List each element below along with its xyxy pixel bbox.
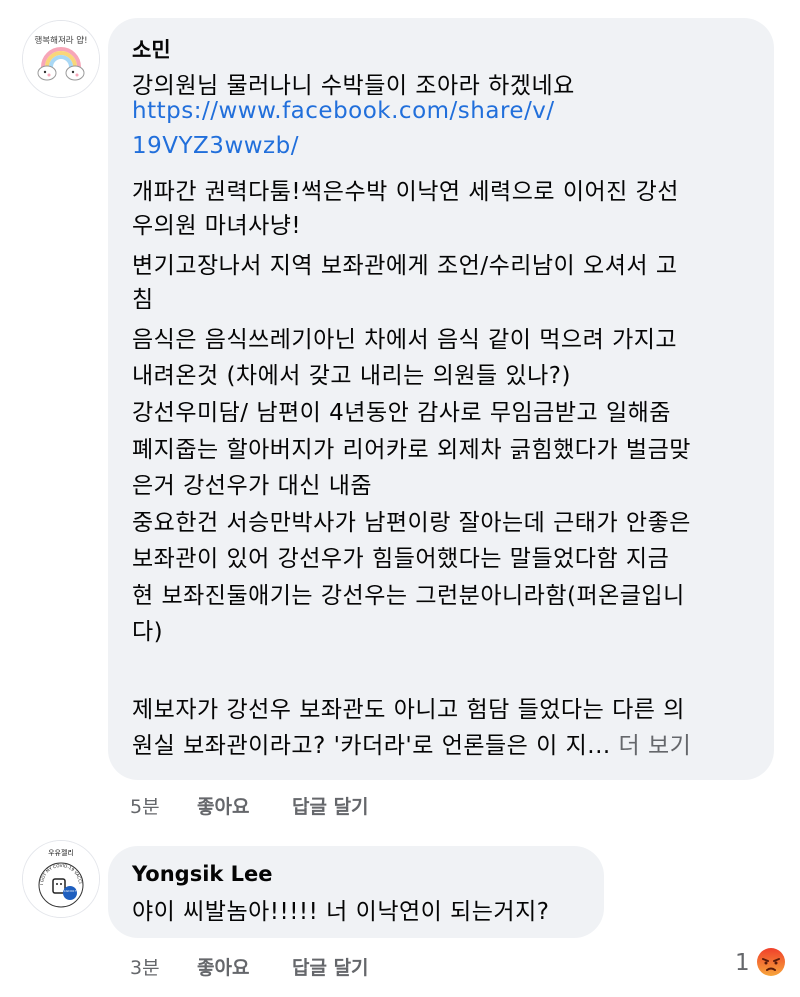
comment-author[interactable]: Yongsik Lee [132,862,273,886]
comment-text-truncated: 원실 보좌관이라고? '카더라'로 언론들은 이 지... [132,733,611,759]
reaction-count[interactable]: 1 [735,950,750,976]
comment-text-line: 중요한건 서승만박사가 남편이랑 잘아는데 근태가 안좋은 [132,510,691,536]
avatar-badge-text: WE CAN DO THIS [59,889,82,893]
vaccine-sticker-avatar-icon: 우유젤리 I GOT MY COVID-19 VACCINE WE CAN DO… [23,841,99,917]
reply-button[interactable]: 답글 달기 [292,953,369,980]
see-more-link[interactable]: 더 보기 [619,733,692,759]
comment-text-line: 개파간 권력다툼!썩은수박 이낙연 세력으로 이어진 강선 [132,179,679,205]
comment-timestamp[interactable]: 3분 [130,953,160,980]
comment-text-line: 음식은 음식쓰레기아닌 차에서 음식 같이 먹으려 가지고 [132,327,678,353]
comment-text-line: 강의원님 물러나니 수박들이 조아라 하겠네요 [132,73,575,99]
comment-text-line: 침 [132,287,154,313]
avatar[interactable]: 우유젤리 I GOT MY COVID-19 VACCINE WE CAN DO… [22,840,100,918]
angry-emoji-icon[interactable] [754,945,788,979]
comment-text-line: 제보자가 강선우 보좌관도 아니고 험담 들었다는 다른 의 [132,697,685,723]
comment-text-line: 은거 강선우가 대신 내줌 [132,473,373,499]
like-button[interactable]: 좋아요 [197,953,249,980]
comment-text-line: 야이 씨발놈아!!!!! 너 이낙연이 되는거지? [132,899,550,925]
comment-text-line: 강선우미담/ 남편이 4년동안 감사로 무임금받고 일해줌 [132,400,671,426]
comment-bubble: 소민 강의원님 물러나니 수박들이 조아라 하겠네요 https://www.f… [108,18,774,780]
comment-text-line: 우의원 마녀사냥! [132,213,302,239]
avatar-text: 우유젤리 [48,848,74,857]
comment-text-line: 다) [132,619,164,645]
comment-text-line: 보좌관이 있어 강선우가 힘들어했다는 말들었다함 지금 [132,546,670,572]
comment-text-line: 폐지줍는 할아버지가 리어카로 외제차 긁힘했다가 벌금맞 [132,437,691,463]
comment-text-line: 원실 보좌관이라고? '카더라'로 언론들은 이 지... 더 보기 [132,726,691,760]
reply-button[interactable]: 답글 달기 [292,792,369,819]
avatar[interactable]: 행복해져라 얍! [22,20,100,98]
comment-timestamp[interactable]: 5분 [130,792,160,819]
comment-text-line: 변기고장나서 지역 보좌관에게 조언/수리남이 오셔서 고 [132,253,678,279]
comment-bubble: Yongsik Lee 야이 씨발놈아!!!!! 너 이낙연이 되는거지? [108,846,604,938]
comment-link[interactable]: 19VYZ3wwzb/ [132,133,299,159]
comment-link[interactable]: https://www.facebook.com/share/v/ [132,98,555,124]
like-button[interactable]: 좋아요 [197,792,249,819]
rainbow-unicorn-avatar-icon: 행복해져라 얍! [23,21,99,97]
comment-author[interactable]: 소민 [132,34,171,64]
comment-text-line: 현 보좌진둘애기는 강선우는 그런분아니라함(퍼온글입니 [132,583,685,609]
avatar-text: 행복해져라 얍! [34,35,87,46]
comment-text-line: 내려온것 (차에서 갖고 내리는 의원들 있나?) [132,363,571,389]
